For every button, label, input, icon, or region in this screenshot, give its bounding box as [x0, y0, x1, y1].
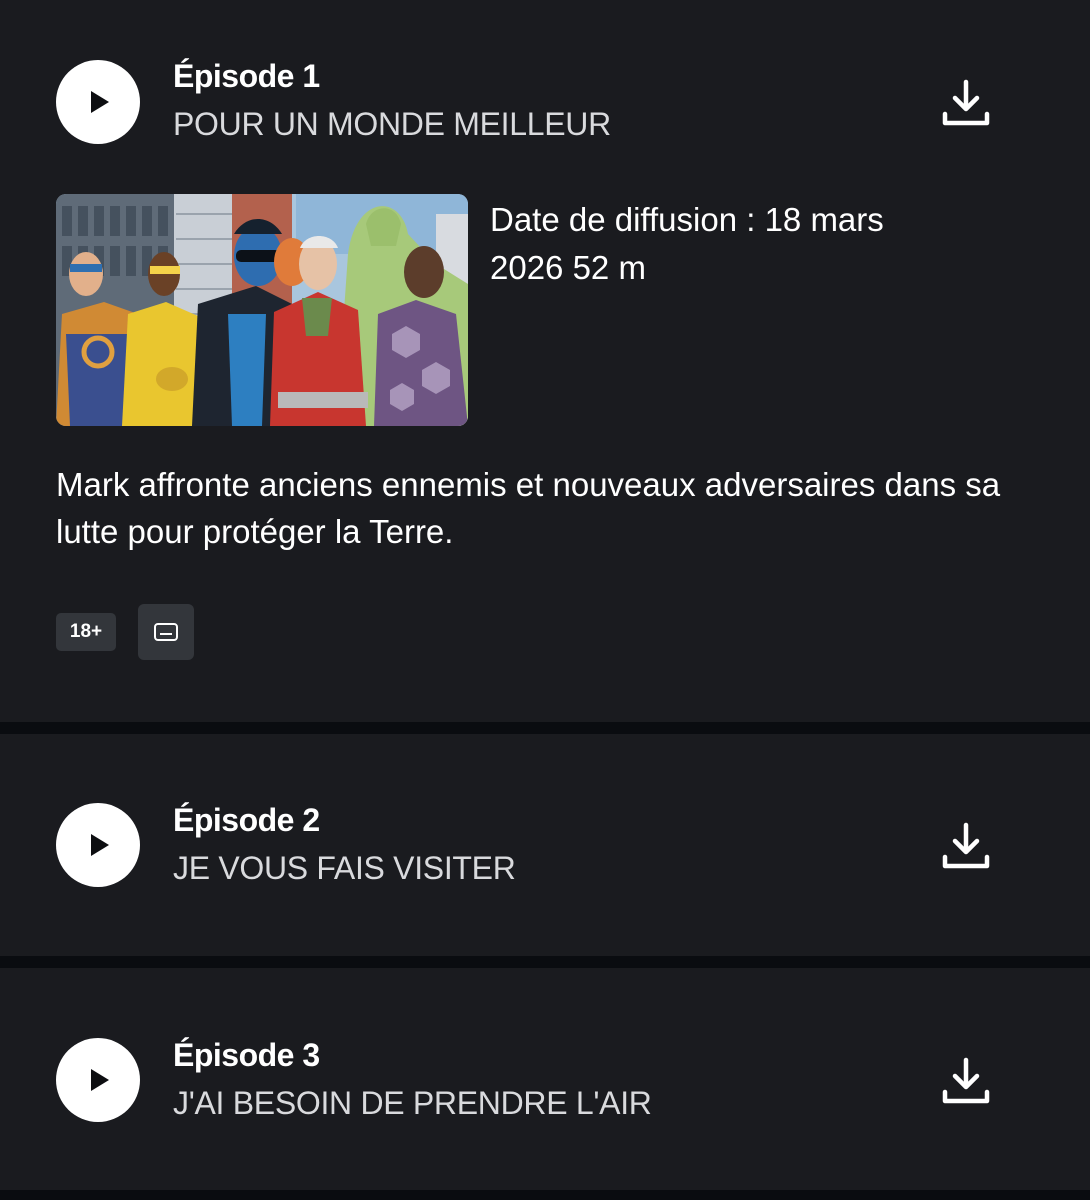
episode-card-1[interactable]: Épisode 1 POUR UN MONDE MEILLEUR Date de…: [0, 0, 1090, 722]
download-icon: [942, 822, 990, 869]
download-button[interactable]: [938, 817, 994, 873]
episode-title: J'AI BESOIN DE PRENDRE L'AIR: [173, 1085, 652, 1121]
play-icon: [91, 91, 109, 113]
subtitles-badge: [138, 604, 194, 660]
play-button[interactable]: [56, 1038, 140, 1122]
subtitles-icon: [154, 623, 178, 641]
episode-title: JE VOUS FAIS VISITER: [173, 850, 516, 886]
play-button[interactable]: [56, 803, 140, 887]
play-button[interactable]: [56, 60, 140, 144]
episode-title: POUR UN MONDE MEILLEUR: [173, 106, 611, 142]
play-icon: [91, 834, 109, 856]
episode-thumbnail[interactable]: [56, 194, 468, 426]
episode-number: Épisode 2: [173, 802, 320, 838]
episode-number: Épisode 3: [173, 1037, 320, 1073]
download-icon: [942, 79, 990, 126]
age-rating-badge: 18+: [56, 613, 116, 651]
download-button[interactable]: [938, 74, 994, 130]
download-button[interactable]: [938, 1052, 994, 1108]
download-icon: [942, 1057, 990, 1104]
episode-number: Épisode 1: [173, 58, 320, 94]
episode-card-3[interactable]: Épisode 3 J'AI BESOIN DE PRENDRE L'AIR: [0, 968, 1090, 1190]
episode-description: Mark affronte anciens ennemis et nouveau…: [56, 466, 1001, 550]
episode-airdate-duration: Date de diffusion : 18 mars 2026 52 m: [490, 201, 884, 286]
episode-card-2[interactable]: Épisode 2 JE VOUS FAIS VISITER: [0, 734, 1090, 956]
play-icon: [91, 1069, 109, 1091]
